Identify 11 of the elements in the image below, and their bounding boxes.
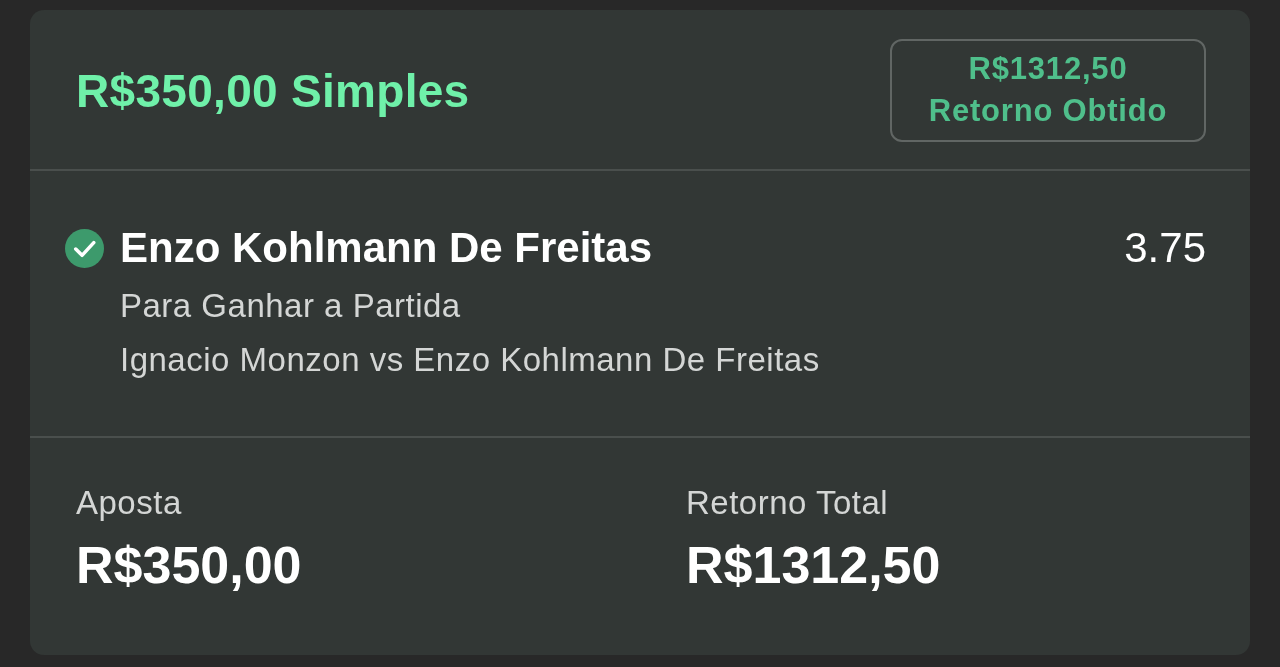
- selection-odds: 3.75: [1124, 224, 1206, 272]
- market-name: Para Ganhar a Partida: [120, 286, 461, 326]
- summary-value: R$350,00: [76, 535, 302, 595]
- return-amount: R$1312,50: [968, 50, 1128, 88]
- return-label: Retorno Obtido: [928, 92, 1168, 130]
- selection-name: Enzo Kohlmann De Freitas: [120, 224, 654, 272]
- summary-value: R$1312,50: [686, 535, 941, 595]
- bet-title: R$350,00 Simples: [76, 63, 470, 118]
- summary-label: Retorno Total: [686, 483, 889, 523]
- summary-label: Aposta: [76, 483, 182, 523]
- event-name: Ignacio Monzon vs Enzo Kohlmann De Freitas: [120, 340, 820, 380]
